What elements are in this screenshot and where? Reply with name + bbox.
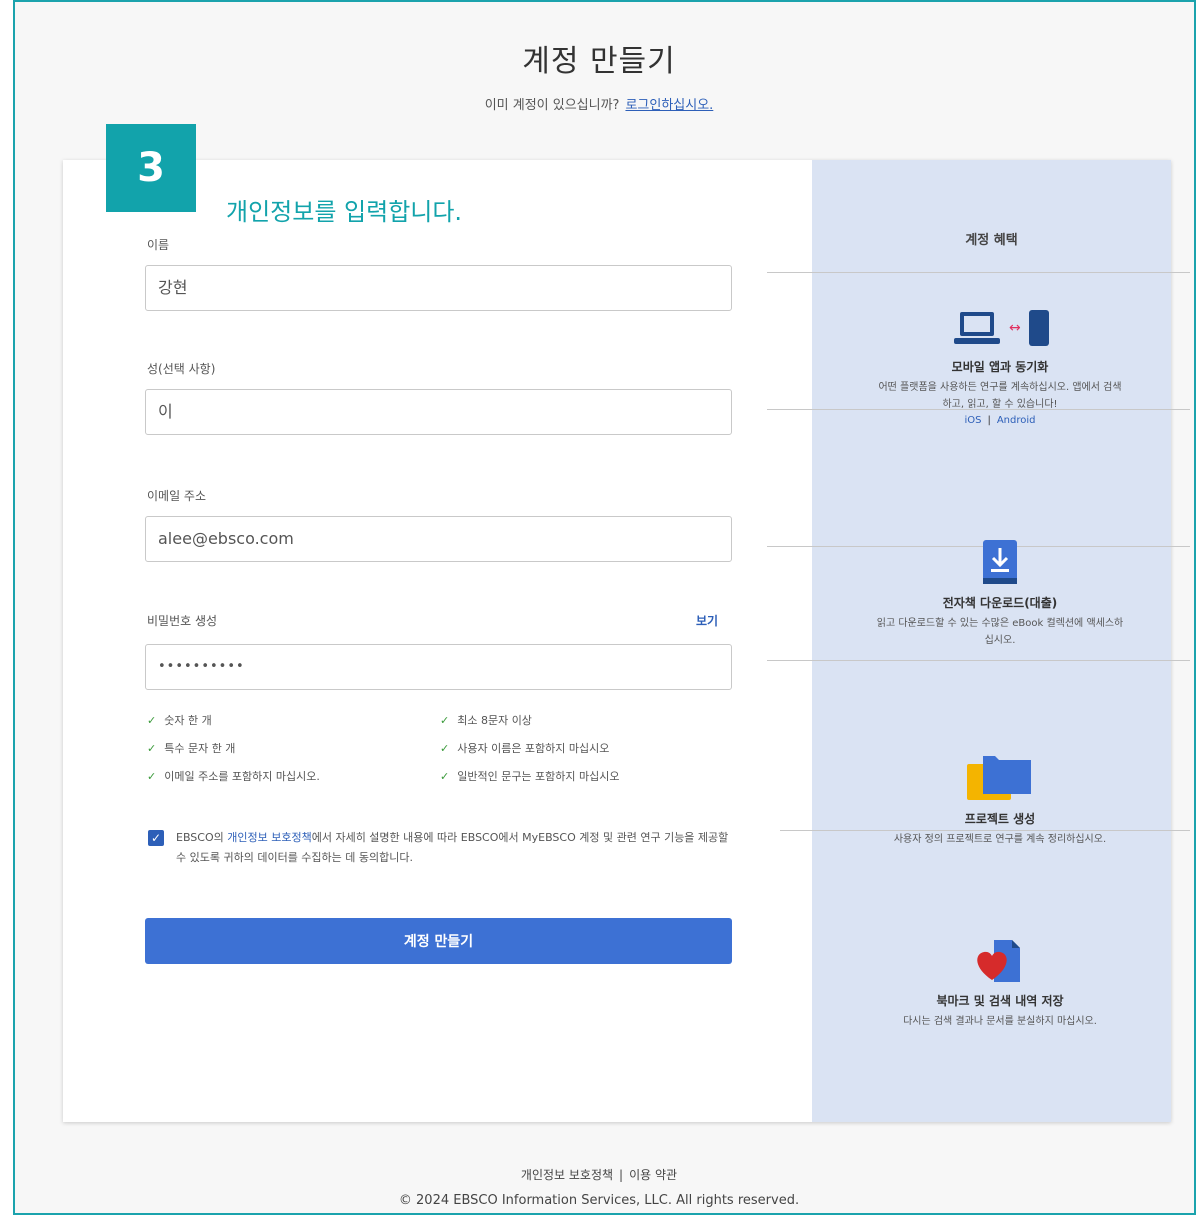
privacy-policy-link[interactable]: 개인정보 보호정책 <box>227 831 311 844</box>
step-number-badge: 3 <box>106 124 196 212</box>
footer-links: 개인정보 보호정책 | 이용 약관 <box>520 1168 678 1182</box>
password-rule: ✓ 특수 문자 한 개 <box>147 742 236 755</box>
password-label: 비밀번호 생성 <box>147 614 218 628</box>
show-password-button[interactable]: 보기 <box>696 612 718 629</box>
login-prompt-text: 이미 계정이 있으십니까? <box>484 98 620 113</box>
benefit-ebook-download: 전자책 다운로드(대출) 읽고 다운로드할 수 있는 수많은 eBook 컬렉션… <box>855 538 1145 649</box>
password-rule: ✓ 일반적인 문구는 포함하지 마십시오 <box>440 770 620 783</box>
first-name-input[interactable]: 강현 <box>145 265 732 311</box>
last-name-input[interactable]: 이 <box>145 389 732 435</box>
email-label: 이메일 주소 <box>147 489 207 503</box>
folder-icon <box>855 750 1145 804</box>
password-input[interactable]: •••••••••• <box>145 644 732 690</box>
footer-privacy-link[interactable]: 개인정보 보호정책 <box>521 1168 613 1182</box>
email-input[interactable]: alee@ebsco.com <box>145 516 732 562</box>
bookmark-heart-icon <box>855 936 1145 986</box>
check-icon: ✓ <box>147 770 157 783</box>
password-rule: ✓ 사용자 이름은 포함하지 마십시오 <box>440 742 610 755</box>
last-name-label: 성(선택 사항) <box>147 362 216 376</box>
login-link[interactable]: 로그인하십시오. <box>625 98 713 113</box>
android-link[interactable]: Android <box>997 415 1036 426</box>
benefit-mobile-sync: ↔ 모바일 앱과 동기화 어떤 플랫폼을 사용하든 연구를 계속하십시오. 앱에… <box>855 306 1145 426</box>
check-icon: ✓ <box>440 770 450 783</box>
consent-text: EBSCO의 개인정보 보호정책에서 자세히 설명한 내용에 따라 EBSCO에… <box>176 831 729 864</box>
svg-text:↔: ↔ <box>1009 320 1021 336</box>
login-prompt: 이미 계정이 있으십니까? 로그인하십시오. <box>0 94 1198 113</box>
benefits-title: 계정 혜택 <box>965 233 1018 248</box>
device-sync-icon: ↔ <box>855 306 1145 352</box>
password-rule: ✓ 숫자 한 개 <box>147 714 212 727</box>
create-account-button[interactable]: 계정 만들기 <box>145 918 732 964</box>
download-icon <box>855 538 1145 588</box>
consent-checkbox[interactable]: ✓ <box>148 830 164 846</box>
first-name-label: 이름 <box>147 238 170 252</box>
benefit-bookmarks: 북마크 및 검색 내역 저장 다시는 검색 결과나 문서를 분실하지 마십시오. <box>855 936 1145 1030</box>
page-title: 계정 만들기 <box>522 44 676 79</box>
check-icon: ✓ <box>147 742 157 755</box>
check-icon: ✓ <box>440 714 450 727</box>
check-icon: ✓ <box>147 714 157 727</box>
password-rule: ✓ 이메일 주소를 포함하지 마십시오. <box>147 770 320 783</box>
footer-terms-link[interactable]: 이용 약관 <box>629 1168 677 1182</box>
check-icon: ✓ <box>440 742 450 755</box>
connector-line <box>767 660 1190 661</box>
connector-line <box>767 272 1190 273</box>
copyright: © 2024 EBSCO Information Services, LLC. … <box>398 1193 800 1208</box>
password-rule: ✓ 최소 8문자 이상 <box>440 714 532 727</box>
benefit-projects: 프로젝트 생성 사용자 정의 프로젝트로 연구를 계속 정리하십시오. <box>855 750 1145 848</box>
ios-link[interactable]: iOS <box>964 415 981 426</box>
step-note: 개인정보를 입력합니다. <box>226 198 463 226</box>
